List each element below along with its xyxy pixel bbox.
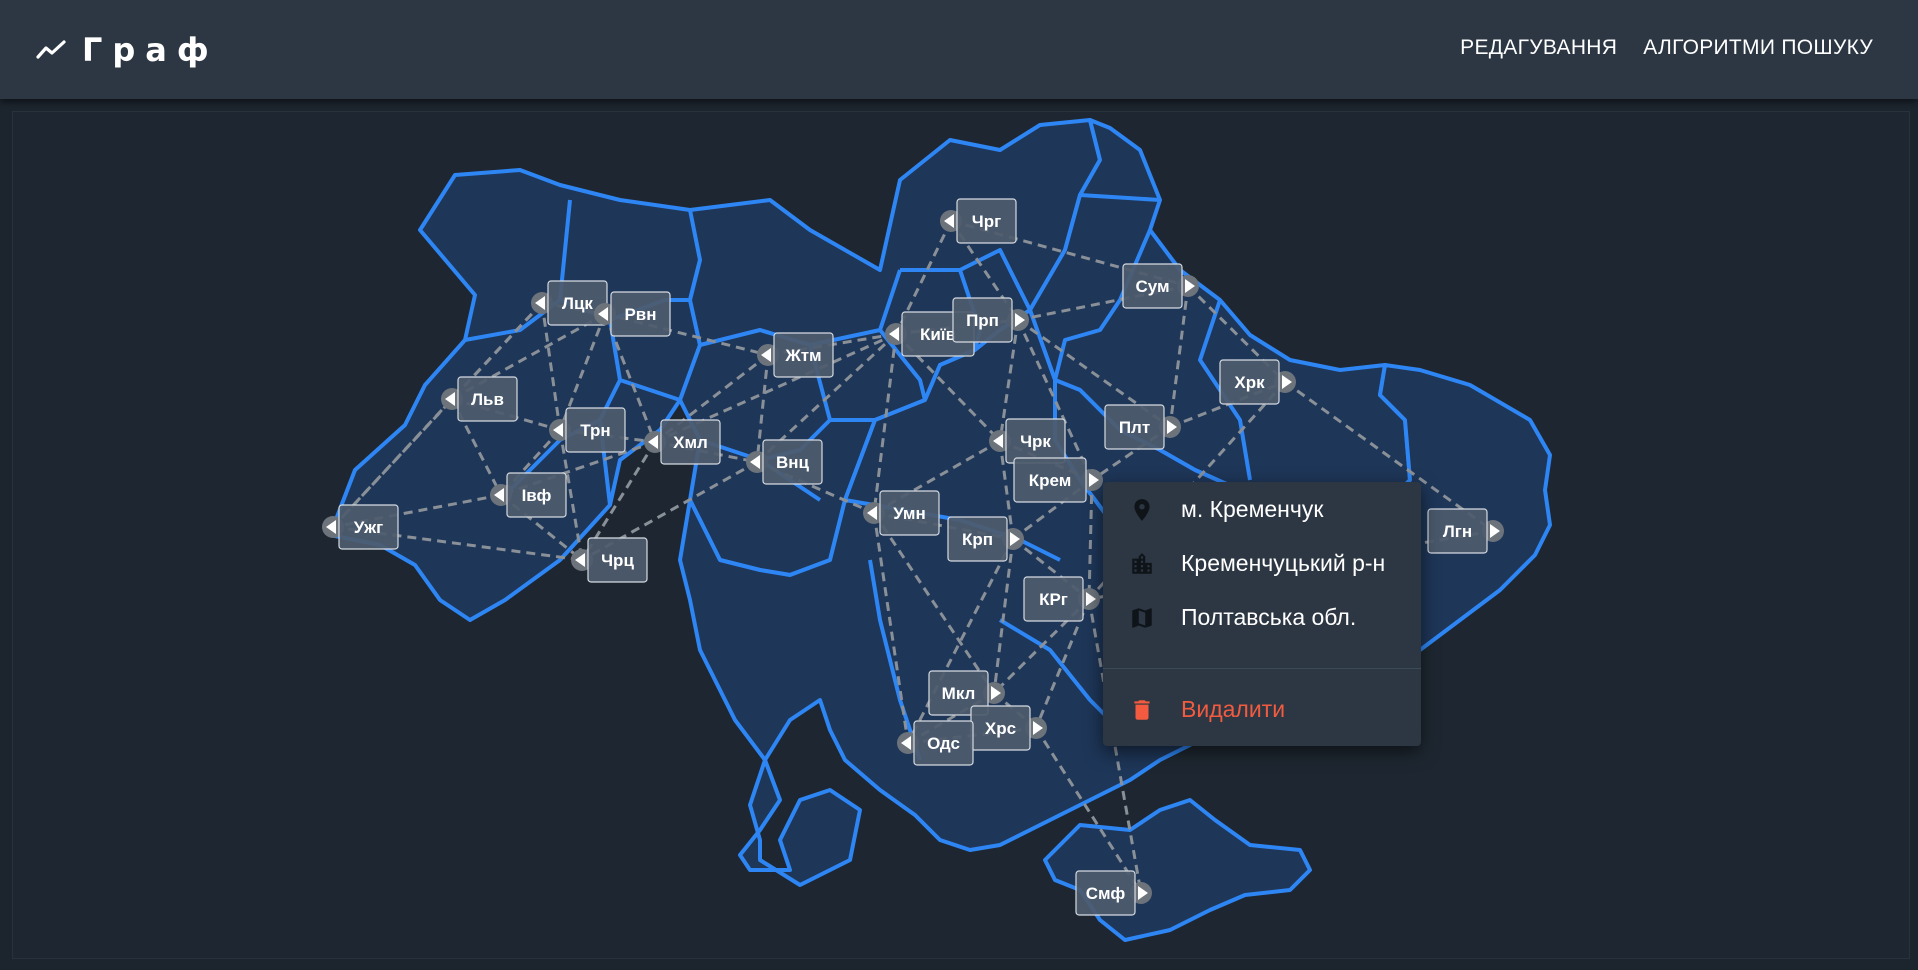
node-uzhg[interactable]: Ужг: [322, 504, 399, 550]
node-label: Хмл: [673, 433, 708, 452]
context-district-item-label: Кременчуцький р-н: [1181, 549, 1386, 576]
node-label: Крп: [962, 530, 993, 549]
node-label: Київ: [920, 325, 956, 344]
node-label: Чрц: [601, 551, 634, 570]
node-label: Смф: [1086, 884, 1126, 903]
node-label: Хрк: [1234, 373, 1265, 392]
node-label: Чрк: [1020, 432, 1051, 451]
context-oblast-item-label: Полтавська обл.: [1181, 603, 1357, 630]
node-label: Лцк: [562, 294, 593, 313]
node-label: Мкл: [942, 684, 976, 703]
node-chrc[interactable]: Чрц: [571, 537, 648, 583]
node-label: Сум: [1135, 277, 1169, 296]
node-label: Умн: [893, 504, 926, 523]
node-label: Прп: [966, 311, 999, 330]
node-label: Внц: [776, 453, 810, 472]
context-city-item[interactable]: м. Кременчук: [1103, 482, 1421, 536]
node-label: Чрг: [972, 212, 1001, 231]
node-label: Льв: [471, 390, 504, 409]
city-icon: [1129, 551, 1155, 577]
node-label: Плт: [1119, 418, 1150, 437]
context-district-item[interactable]: Кременчуцький р-н: [1103, 536, 1421, 590]
menu-divider: [1103, 668, 1421, 669]
node-label: Одс: [927, 734, 960, 753]
node-label: Жтм: [784, 346, 821, 365]
context-oblast-item[interactable]: Полтавська обл.: [1103, 590, 1421, 644]
node-context-menu: м. Кременчук Кременчуцький р-н Полтавська …: [1103, 482, 1421, 746]
node-label: Ужг: [354, 518, 383, 537]
node-label: Лгн: [1443, 522, 1472, 541]
node-label: Крем: [1029, 471, 1072, 490]
graph-map[interactable]: Чрг Сум Лцк Рвн Київ Прп Жтм Льв Трн Хмл Внц Чрк Плт…: [0, 0, 1918, 970]
map-icon: [1129, 605, 1155, 631]
node-label: Рвн: [624, 305, 656, 324]
node-label: Івф: [522, 486, 552, 505]
context-delete-item-label: Видалити: [1181, 695, 1286, 722]
node-label: Трн: [580, 421, 610, 440]
region-crimea: [1043, 798, 1312, 942]
context-delete-item[interactable]: Видалити: [1103, 682, 1421, 736]
node-label: Хрс: [985, 719, 1016, 738]
context-city-item-label: м. Кременчук: [1181, 495, 1324, 522]
node-label: КРг: [1039, 590, 1068, 609]
trash-icon: [1129, 697, 1155, 723]
map-marker-icon: [1129, 497, 1155, 523]
